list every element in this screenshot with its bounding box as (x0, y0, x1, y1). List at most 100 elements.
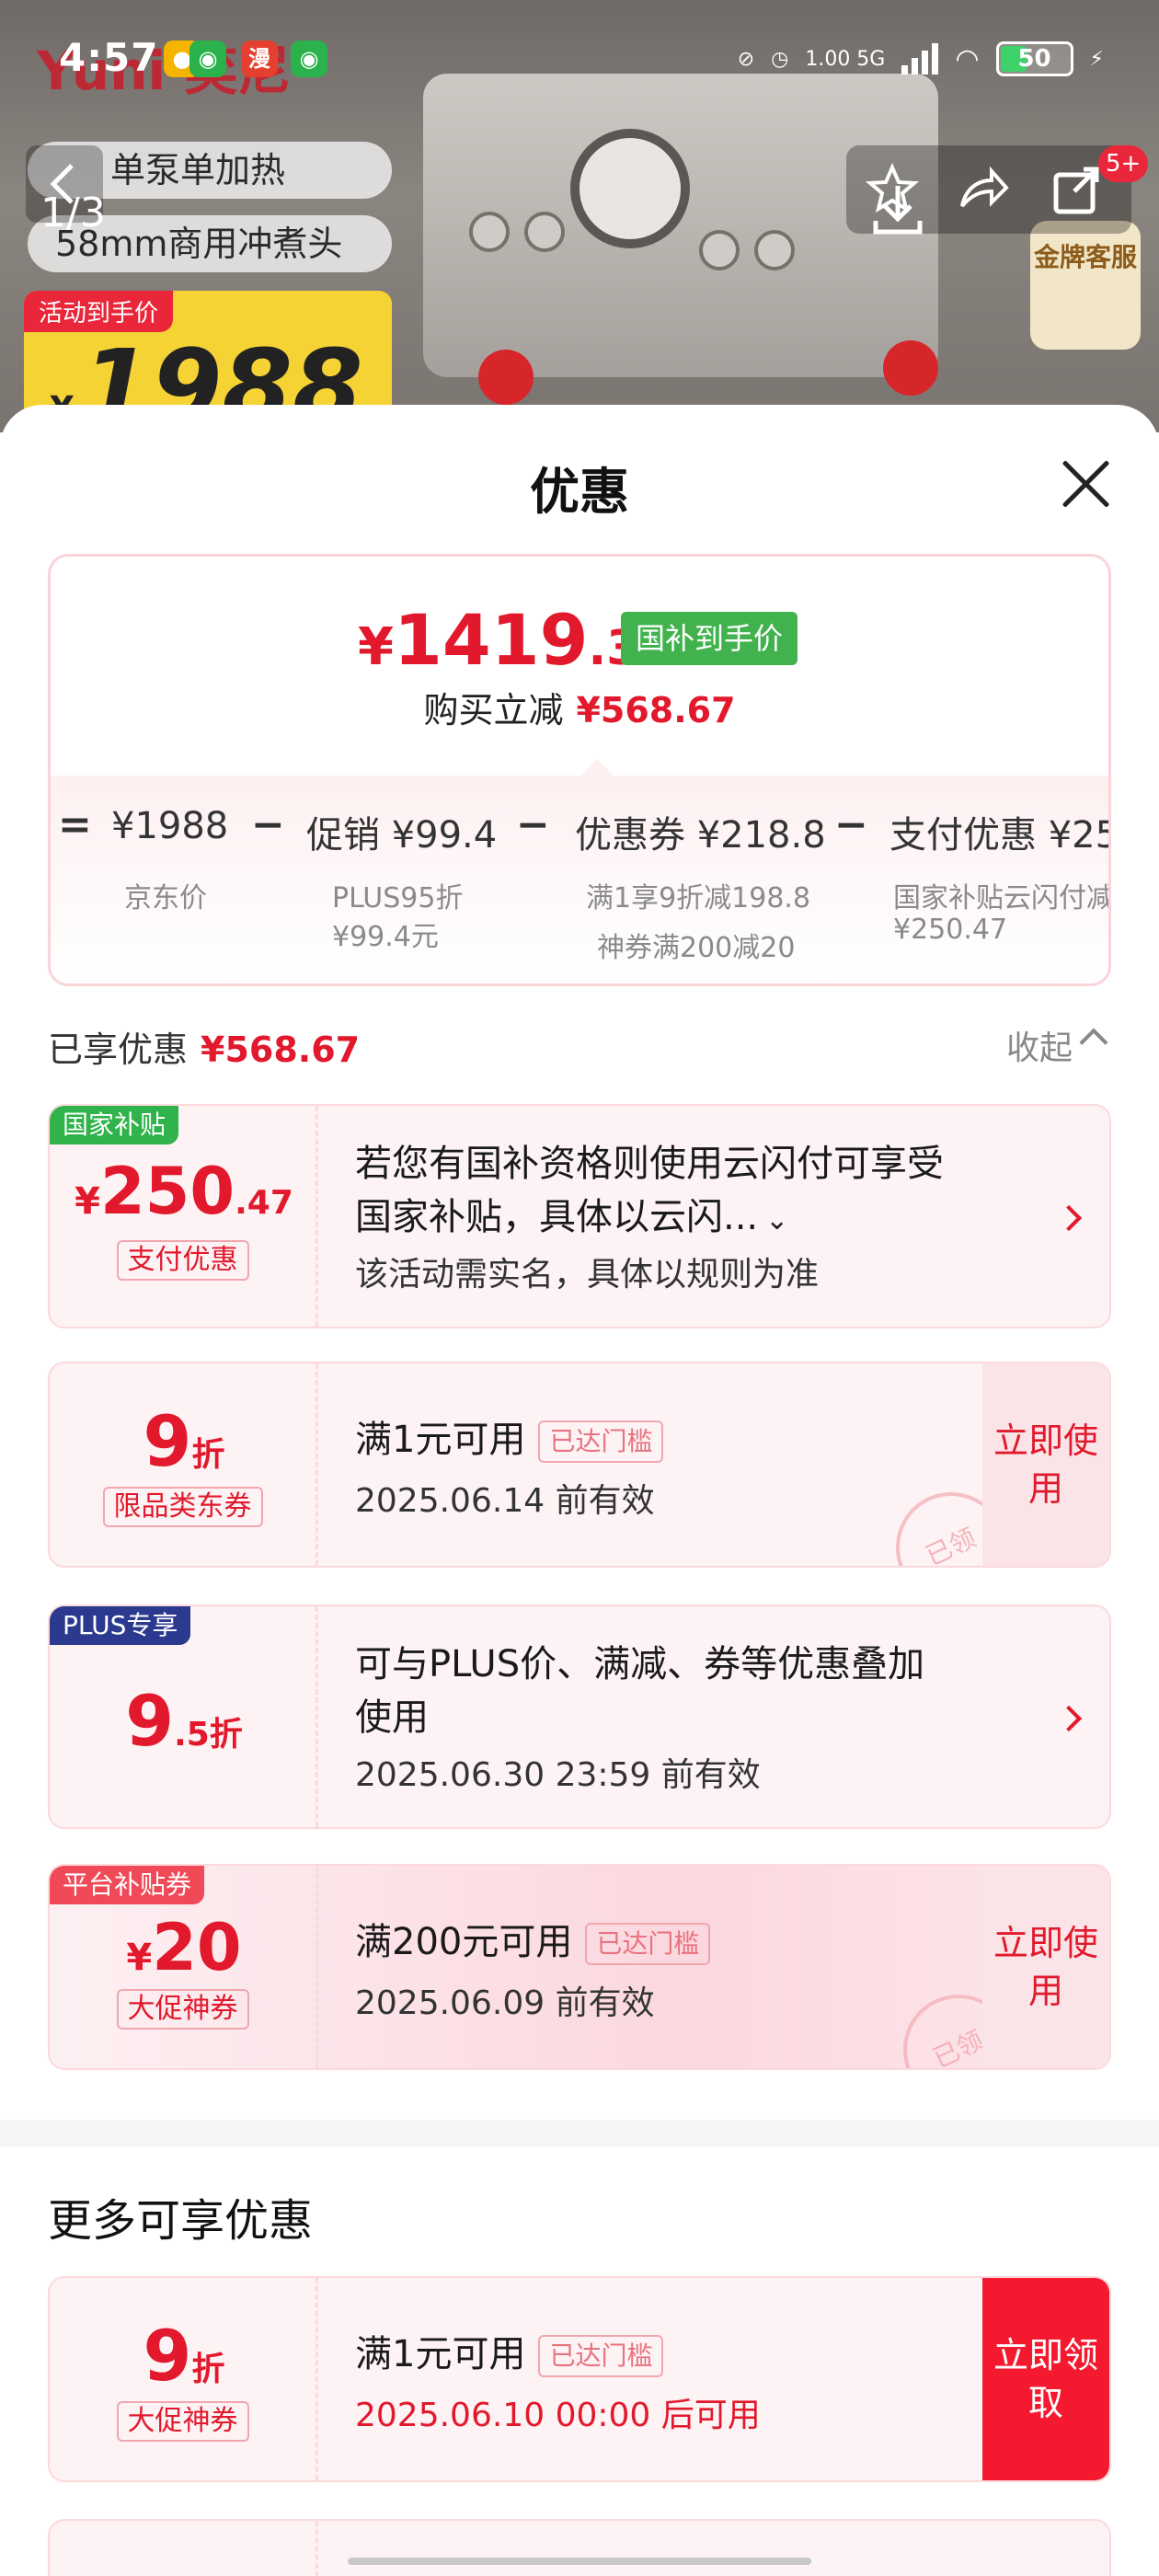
decor-heart (478, 350, 534, 405)
breakdown-item-sub: ¥250.47 (893, 914, 1008, 946)
coupon-card-more[interactable]: 9折 大促神券 满1元可用 已达门槛 2025.06.10 00:00 后可用 立… (48, 2276, 1111, 2482)
breakdown-item-sub: 神券满200减20 (597, 932, 796, 964)
status-time: 4:57 (59, 35, 159, 80)
coupon-condition: 满1元可用 已达门槛 (355, 1409, 664, 1463)
more-discounts-title: 更多可享优惠 (48, 2195, 314, 2247)
coupon-left: PLUS专享 9.5折 (50, 1606, 318, 1827)
coupon-available-time: 2025.06.10 00:00 后可用 (355, 2397, 761, 2434)
network-speed: 1.00 5G (805, 47, 886, 71)
coupon-left: 国家补贴 ¥250.47 支付优惠 (50, 1106, 318, 1327)
coupon-condition: 满1元可用 已达门槛 (355, 2324, 664, 2377)
claim-now-button[interactable]: 立即领取 (982, 2278, 1109, 2480)
machine-knob (469, 212, 510, 252)
coupon-amount: ¥20 (126, 1910, 242, 1985)
coupon-tag: 平台补贴券 (50, 1866, 205, 1904)
sheet-title: 优惠 (530, 463, 629, 521)
breakdown-op: − (516, 801, 550, 848)
share-arrow-icon[interactable] (955, 162, 1010, 217)
breakdown-item-sub: ¥99.4元 (332, 921, 439, 953)
machine-knob (524, 212, 565, 252)
collapse-button[interactable]: 收起 (1006, 1021, 1073, 1069)
coupon-expiry: 2025.06.14 前有效 (355, 1482, 655, 1520)
breakdown-op: − (251, 801, 285, 848)
chevron-right-icon[interactable] (1055, 1705, 1083, 1732)
summary-header: ¥1419.33 国补到手价 购买立减¥568.67 (51, 557, 1108, 770)
machine-knob (699, 230, 740, 270)
coupon-left: 9折 限品类东券 (50, 1363, 318, 1566)
coupon-card-platform-subsidy[interactable]: 平台补贴券 ¥20 大促神券 满200元可用 已达门槛 2025.06.09 前有… (48, 1864, 1111, 2070)
use-now-button[interactable]: 立即使用 (982, 1363, 1109, 1566)
breakdown-item-label: 促销 ¥99.4 (306, 814, 498, 857)
coupon-note: 该活动需实名，具体以规则为准 (355, 1256, 820, 1294)
cart-count-badge: 5+ (1098, 145, 1149, 182)
coupon-card-next[interactable] (48, 2519, 1111, 2576)
coupon-desc-line1: 可与PLUS价、满减、券等优惠叠加 (355, 1643, 925, 1685)
coupon-amount: ¥250.47 (75, 1154, 293, 1229)
chevron-down-icon[interactable]: ⌄ (765, 1204, 788, 1236)
wechat-icon: ◉ (189, 40, 226, 77)
machine-knob (754, 230, 795, 270)
coupon-tag: PLUS专享 (50, 1606, 191, 1645)
charging-icon: ⚡ (1089, 47, 1104, 71)
home-indicator[interactable] (348, 2558, 811, 2565)
manga-app-icon: 漫 (241, 40, 278, 77)
status-indicators: ⊘ ◷ 1.00 5G ◠ 50 ⚡ (738, 40, 1104, 77)
coupon-desc-line2: 国家补贴，具体以云闪... ⌄ (355, 1196, 789, 1238)
gold-service-badge: 金牌客服 (1030, 221, 1141, 350)
coupon-amount: 9折 (143, 2315, 225, 2397)
coupon-condition: 满200元可用 已达门槛 (355, 1912, 711, 1965)
battery-icon: 50 (995, 41, 1073, 76)
coupon-type-label: 大促神券 (116, 2401, 249, 2442)
export-share-icon[interactable] (1050, 162, 1106, 217)
use-now-button[interactable]: 立即使用 (982, 1866, 1109, 2068)
coupon-card-plus[interactable]: PLUS专享 9.5折 可与PLUS价、满减、券等优惠叠加 使用 2025.06… (48, 1604, 1111, 1829)
breakdown-op: − (834, 801, 868, 848)
wifi-icon: ◠ (955, 42, 980, 75)
chevron-up-icon[interactable] (1079, 1028, 1108, 1057)
coupon-expiry: 2025.06.30 23:59 前有效 (355, 1756, 761, 1794)
coupon-expiry: 2025.06.09 前有效 (355, 1984, 655, 2022)
breakdown-item-sub: 国家补贴云闪付减 (893, 882, 1111, 914)
hidden (386, 53, 442, 109)
close-icon[interactable] (1058, 456, 1113, 512)
discount-sheet: 优惠 ¥1419.33 国补到手价 购买立减¥568.67 = ¥1988 京东… (0, 405, 1159, 2576)
breakdown-item-sub: 满1享9折减198.8 (586, 882, 811, 914)
coupon-type-label: 限品类东券 (102, 1487, 263, 1527)
pressure-gauge-image (570, 129, 690, 248)
coupon-amount: 9折 (143, 1400, 225, 1482)
breakdown-item-label: 优惠券 ¥218.8 (575, 814, 826, 857)
coupon-left: 平台补贴券 ¥20 大促神券 (50, 1866, 318, 2068)
coupon-type-label: 支付优惠 (116, 1240, 249, 1281)
image-counter: 1/3 (40, 190, 106, 236)
summary-notch (579, 759, 615, 777)
coupon-desc-line2: 使用 (355, 1696, 429, 1739)
section-divider (0, 2120, 1159, 2147)
coupon-tag: 国家补贴 (50, 1106, 179, 1144)
coupon-card-9-discount[interactable]: 9折 限品类东券 满1元可用 已达门槛 2025.06.14 前有效 已领 立即使… (48, 1362, 1111, 1568)
breakdown-item-sub: 京东价 (124, 882, 207, 914)
signal-icon (901, 43, 939, 75)
wechat-icon: ◉ (291, 40, 327, 77)
alarm-icon: ◷ (771, 47, 789, 71)
coupon-left: 9折 大促神券 (50, 2278, 318, 2480)
price-summary: ¥1419.33 国补到手价 购买立减¥568.67 = ¥1988 京东价 −… (48, 554, 1111, 986)
download-icon[interactable] (868, 180, 927, 239)
threshold-reached-badge: 已达门槛 (585, 1923, 711, 1965)
coupon-left (50, 2521, 318, 2576)
breakdown-item-sub: PLUS95折 (332, 882, 464, 914)
breakdown-op: = (58, 801, 92, 848)
threshold-reached-badge: 已达门槛 (538, 2335, 664, 2377)
gov-subsidy-price-tag: 国补到手价 (621, 612, 798, 665)
dnd-icon: ⊘ (737, 47, 755, 71)
breakdown-item-label: ¥1988 (111, 805, 229, 847)
coupon-amount: 9.5折 (125, 1680, 243, 1762)
threshold-reached-badge: 已达门槛 (538, 1420, 664, 1463)
promo-price-tag: 活动到手价 (24, 291, 174, 332)
coupon-card-gov-subsidy[interactable]: 国家补贴 ¥250.47 支付优惠 若您有国补资格则使用云闪付可享受 国家补贴，… (48, 1104, 1111, 1328)
chevron-right-icon[interactable] (1055, 1204, 1083, 1232)
price-breakdown: = ¥1988 京东价 − 促销 ¥99.4 PLUS95折 ¥99.4元 − … (51, 776, 1111, 983)
decor-heart (883, 340, 938, 396)
enjoyed-discount: 已享优惠 ¥568.67 (48, 1029, 361, 1070)
breakdown-item-label: 支付优惠 ¥25 (889, 814, 1111, 857)
status-bar: 4:57 ● ◉ 漫 ◉ ⊘ ◷ 1.00 5G ◠ 50 ⚡ (0, 0, 1159, 110)
